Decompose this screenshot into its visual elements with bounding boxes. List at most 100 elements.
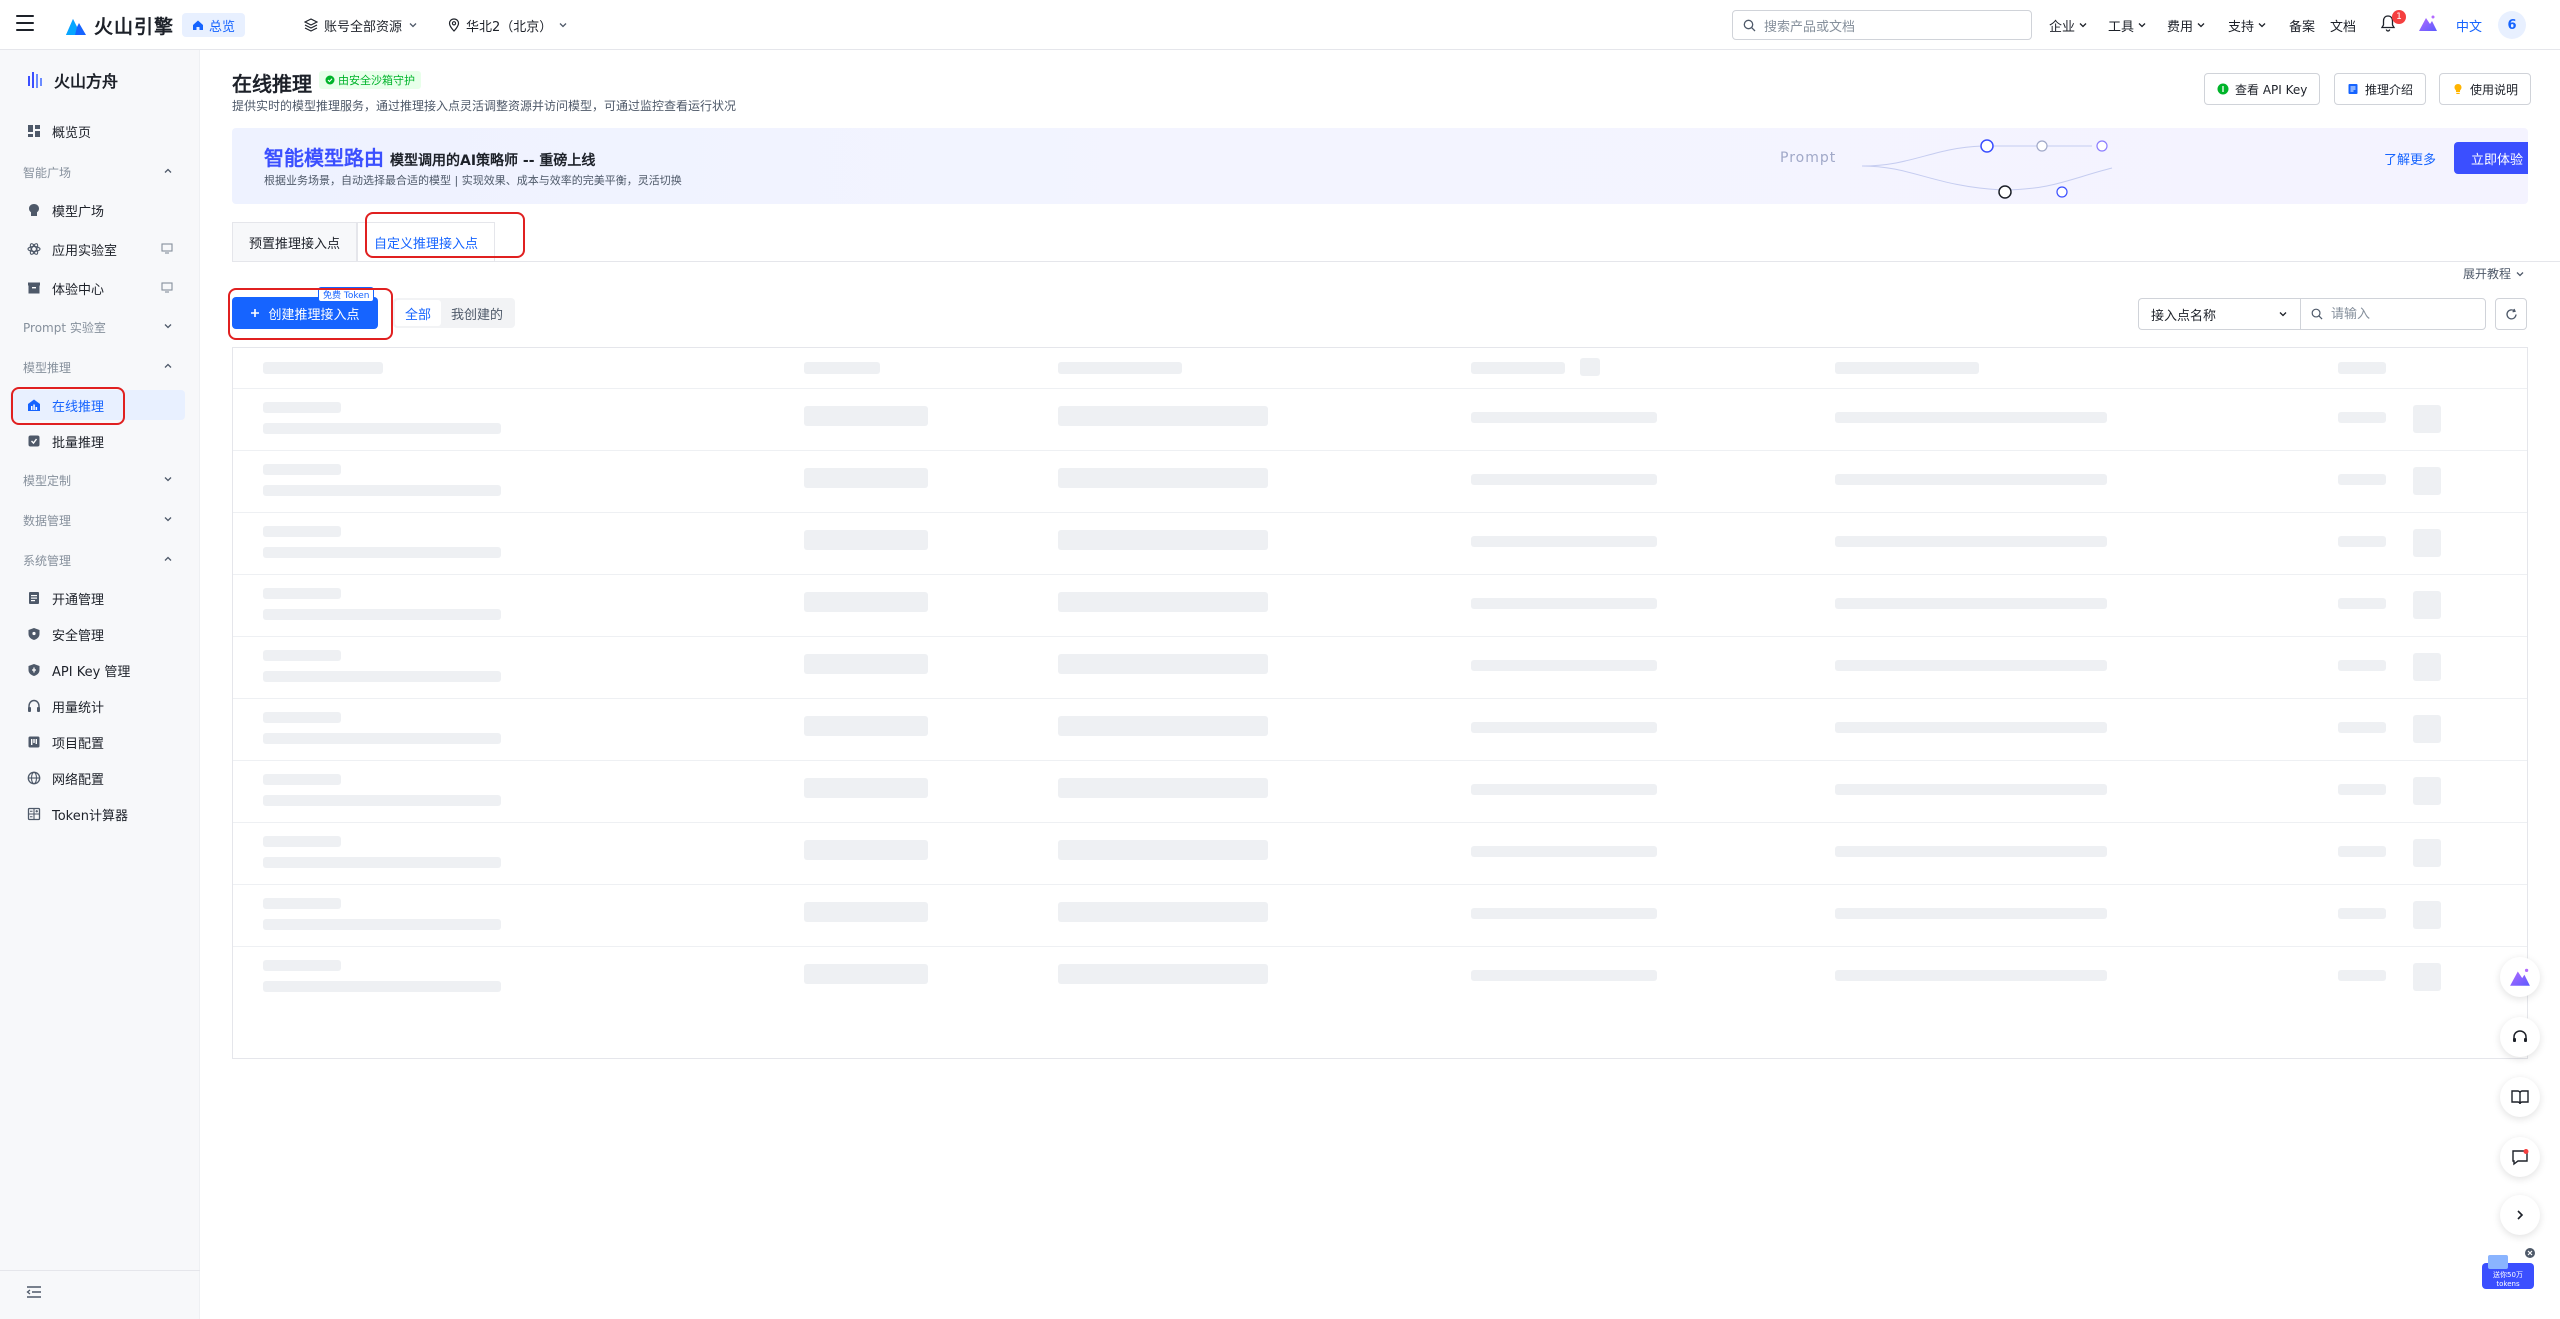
filter-all[interactable]: 全部 xyxy=(395,300,442,326)
skeleton-cell xyxy=(1058,902,1268,922)
chevron-down-icon xyxy=(2138,23,2146,28)
skeleton-cell xyxy=(804,964,928,984)
sidebar-item-app-lab[interactable]: 应用实验室 xyxy=(10,234,185,264)
sidebar-item-token-calculator[interactable]: Token计算器 xyxy=(10,799,185,829)
sidebar-item-label: 安全管理 xyxy=(52,628,105,644)
menu-icon[interactable] xyxy=(16,15,34,33)
sidebar-item-experience-center[interactable]: 体验中心 xyxy=(10,273,185,303)
chevron-up-icon xyxy=(164,363,172,368)
home-button[interactable]: 总览 xyxy=(182,13,246,37)
box-icon xyxy=(26,280,42,296)
skeleton-cell xyxy=(263,981,501,992)
language-switch[interactable]: 中文 xyxy=(2456,16,2482,35)
notification-button[interactable]: 1 xyxy=(2380,10,2406,36)
sidebar-brand[interactable]: 火山方舟 xyxy=(26,68,118,92)
skeleton-cell xyxy=(263,857,501,868)
free-token-badge: 免费 Token xyxy=(318,287,375,302)
sidebar-item-overview[interactable]: 概览页 xyxy=(10,116,185,146)
refresh-icon xyxy=(2505,308,2517,319)
tab-custom-endpoints[interactable]: 自定义推理接入点 xyxy=(357,222,496,262)
region-dropdown[interactable]: 华北2（北京） xyxy=(448,13,568,37)
filter-field-select[interactable]: 接入点名称 xyxy=(2138,298,2300,330)
skeleton-cell xyxy=(1058,592,1268,612)
skeleton-cell xyxy=(1471,660,1657,671)
filter-search-field[interactable] xyxy=(2300,298,2486,330)
account-scope-dropdown[interactable]: 账号全部资源 xyxy=(304,13,418,37)
skeleton-cell xyxy=(804,716,928,736)
nav-support-label: 支持 xyxy=(2228,19,2255,35)
sidebar-item-activation[interactable]: 开通管理 xyxy=(10,583,185,613)
skeleton-cell xyxy=(804,902,928,922)
learn-more-link[interactable]: 了解更多 xyxy=(2384,149,2436,168)
try-now-button[interactable]: 立即体验 xyxy=(2454,142,2528,174)
account-scope-label: 账号全部资源 xyxy=(324,19,403,35)
create-endpoint-label: 创建推理接入点 xyxy=(268,307,360,323)
sidebar-item-model-plaza[interactable]: 模型广场 xyxy=(10,195,185,225)
nav-billing[interactable]: 费用 xyxy=(2167,13,2206,37)
feedback-float-button[interactable] xyxy=(2500,1137,2540,1177)
collapse-menu-icon xyxy=(26,1286,41,1298)
sidebar-item-usage[interactable]: 用量统计 xyxy=(10,691,185,721)
sidebar-item-api-key[interactable]: API Key 管理 xyxy=(10,655,185,685)
sidebar-group-model-inference[interactable]: 模型推理 xyxy=(10,355,185,379)
table-row-divider xyxy=(233,636,2527,637)
sidebar-group-data-mgmt[interactable]: 数据管理 xyxy=(10,508,185,532)
nav-filing[interactable]: 备案 xyxy=(2289,13,2315,37)
sidebar-group-system-mgmt[interactable]: 系统管理 xyxy=(10,548,185,572)
sidebar-item-label: 概览页 xyxy=(52,125,92,141)
sidebar-brand-name: 火山方舟 xyxy=(54,72,119,91)
filter-mine[interactable]: 我创建的 xyxy=(441,300,513,326)
nav-tools[interactable]: 工具 xyxy=(2108,13,2147,37)
ownership-filter: 全部 我创建的 xyxy=(393,298,516,328)
filter-search-input[interactable] xyxy=(2331,306,2471,322)
globe-icon xyxy=(26,770,42,786)
ark-logo-icon xyxy=(28,72,42,88)
nav-support[interactable]: 支持 xyxy=(2228,13,2267,37)
sidebar-item-project[interactable]: 项目配置 xyxy=(10,727,185,757)
global-search-input[interactable]: 搜索产品或文档 xyxy=(1732,10,2032,40)
home-icon xyxy=(193,20,203,30)
nav-enterprise[interactable]: 企业 xyxy=(2049,13,2088,37)
docs-float-button[interactable] xyxy=(2500,1077,2540,1117)
sidebar-item-security[interactable]: 安全管理 xyxy=(10,619,185,649)
sidebar-item-online-inference[interactable]: 在线推理 xyxy=(10,390,185,420)
promo-gift-widget[interactable]: 送你50万tokens xyxy=(2478,1247,2538,1293)
view-api-key-button[interactable]: 查看 API Key xyxy=(2204,73,2321,105)
skeleton-cell xyxy=(1835,784,2107,795)
skeleton-cell xyxy=(263,733,501,744)
inference-intro-label: 推理介绍 xyxy=(2365,82,2414,97)
skeleton-cell xyxy=(1471,722,1657,733)
skeleton-cell xyxy=(1058,964,1268,984)
sidebar: 火山方舟 概览页 智能广场 模型广场 应用实验室 体验中心 Prompt 实验室… xyxy=(0,50,200,1319)
promo-widget-label: 送你50万tokens xyxy=(2493,1271,2523,1288)
usage-guide-button[interactable]: 使用说明 xyxy=(2439,73,2532,105)
sidebar-group-prompt-lab[interactable]: Prompt 实验室 xyxy=(10,315,185,339)
list-doc-icon xyxy=(26,590,42,606)
atom-icon xyxy=(26,241,42,257)
sidebar-item-batch-inference[interactable]: 批量推理 xyxy=(10,426,185,456)
banner-prompt-decor: Prompt xyxy=(1780,150,1837,166)
skeleton-cell xyxy=(263,650,341,661)
refresh-button[interactable] xyxy=(2495,298,2527,330)
collapse-sidebar-button[interactable] xyxy=(26,1285,42,1303)
project-icon xyxy=(26,734,42,750)
brand-logo[interactable]: 火山引擎 xyxy=(64,12,174,39)
skeleton-cell xyxy=(1835,598,2107,609)
banner-title: 智能模型路由 模型调用的AI策略师 -- 重磅上线 xyxy=(264,142,595,171)
sidebar-group-label: 智能广场 xyxy=(23,165,72,180)
ai-assistant-float-button[interactable] xyxy=(2500,957,2540,997)
user-avatar[interactable]: 6 xyxy=(2498,11,2526,39)
sidebar-group-model-custom[interactable]: 模型定制 xyxy=(10,468,185,492)
support-float-button[interactable] xyxy=(2500,1017,2540,1057)
tabs-divider xyxy=(232,261,2560,262)
expand-float-button[interactable] xyxy=(2500,1195,2540,1235)
inference-intro-button[interactable]: 推理介绍 xyxy=(2334,73,2427,105)
expand-tutorial-toggle[interactable]: 展开教程 xyxy=(2463,265,2525,282)
sidebar-group-label: 系统管理 xyxy=(23,553,72,568)
main-content: 在线推理 由安全沙箱守护 提供实时的模型推理服务，通过推理接入点灵活调整资源并访… xyxy=(201,50,2560,1319)
sidebar-item-network[interactable]: 网络配置 xyxy=(10,763,185,793)
ai-assistant-button[interactable] xyxy=(2418,14,2438,36)
tab-preset-endpoints[interactable]: 预置推理接入点 xyxy=(232,222,358,262)
sidebar-group-model-square[interactable]: 智能广场 xyxy=(10,160,185,184)
nav-docs[interactable]: 文档 xyxy=(2330,13,2356,37)
